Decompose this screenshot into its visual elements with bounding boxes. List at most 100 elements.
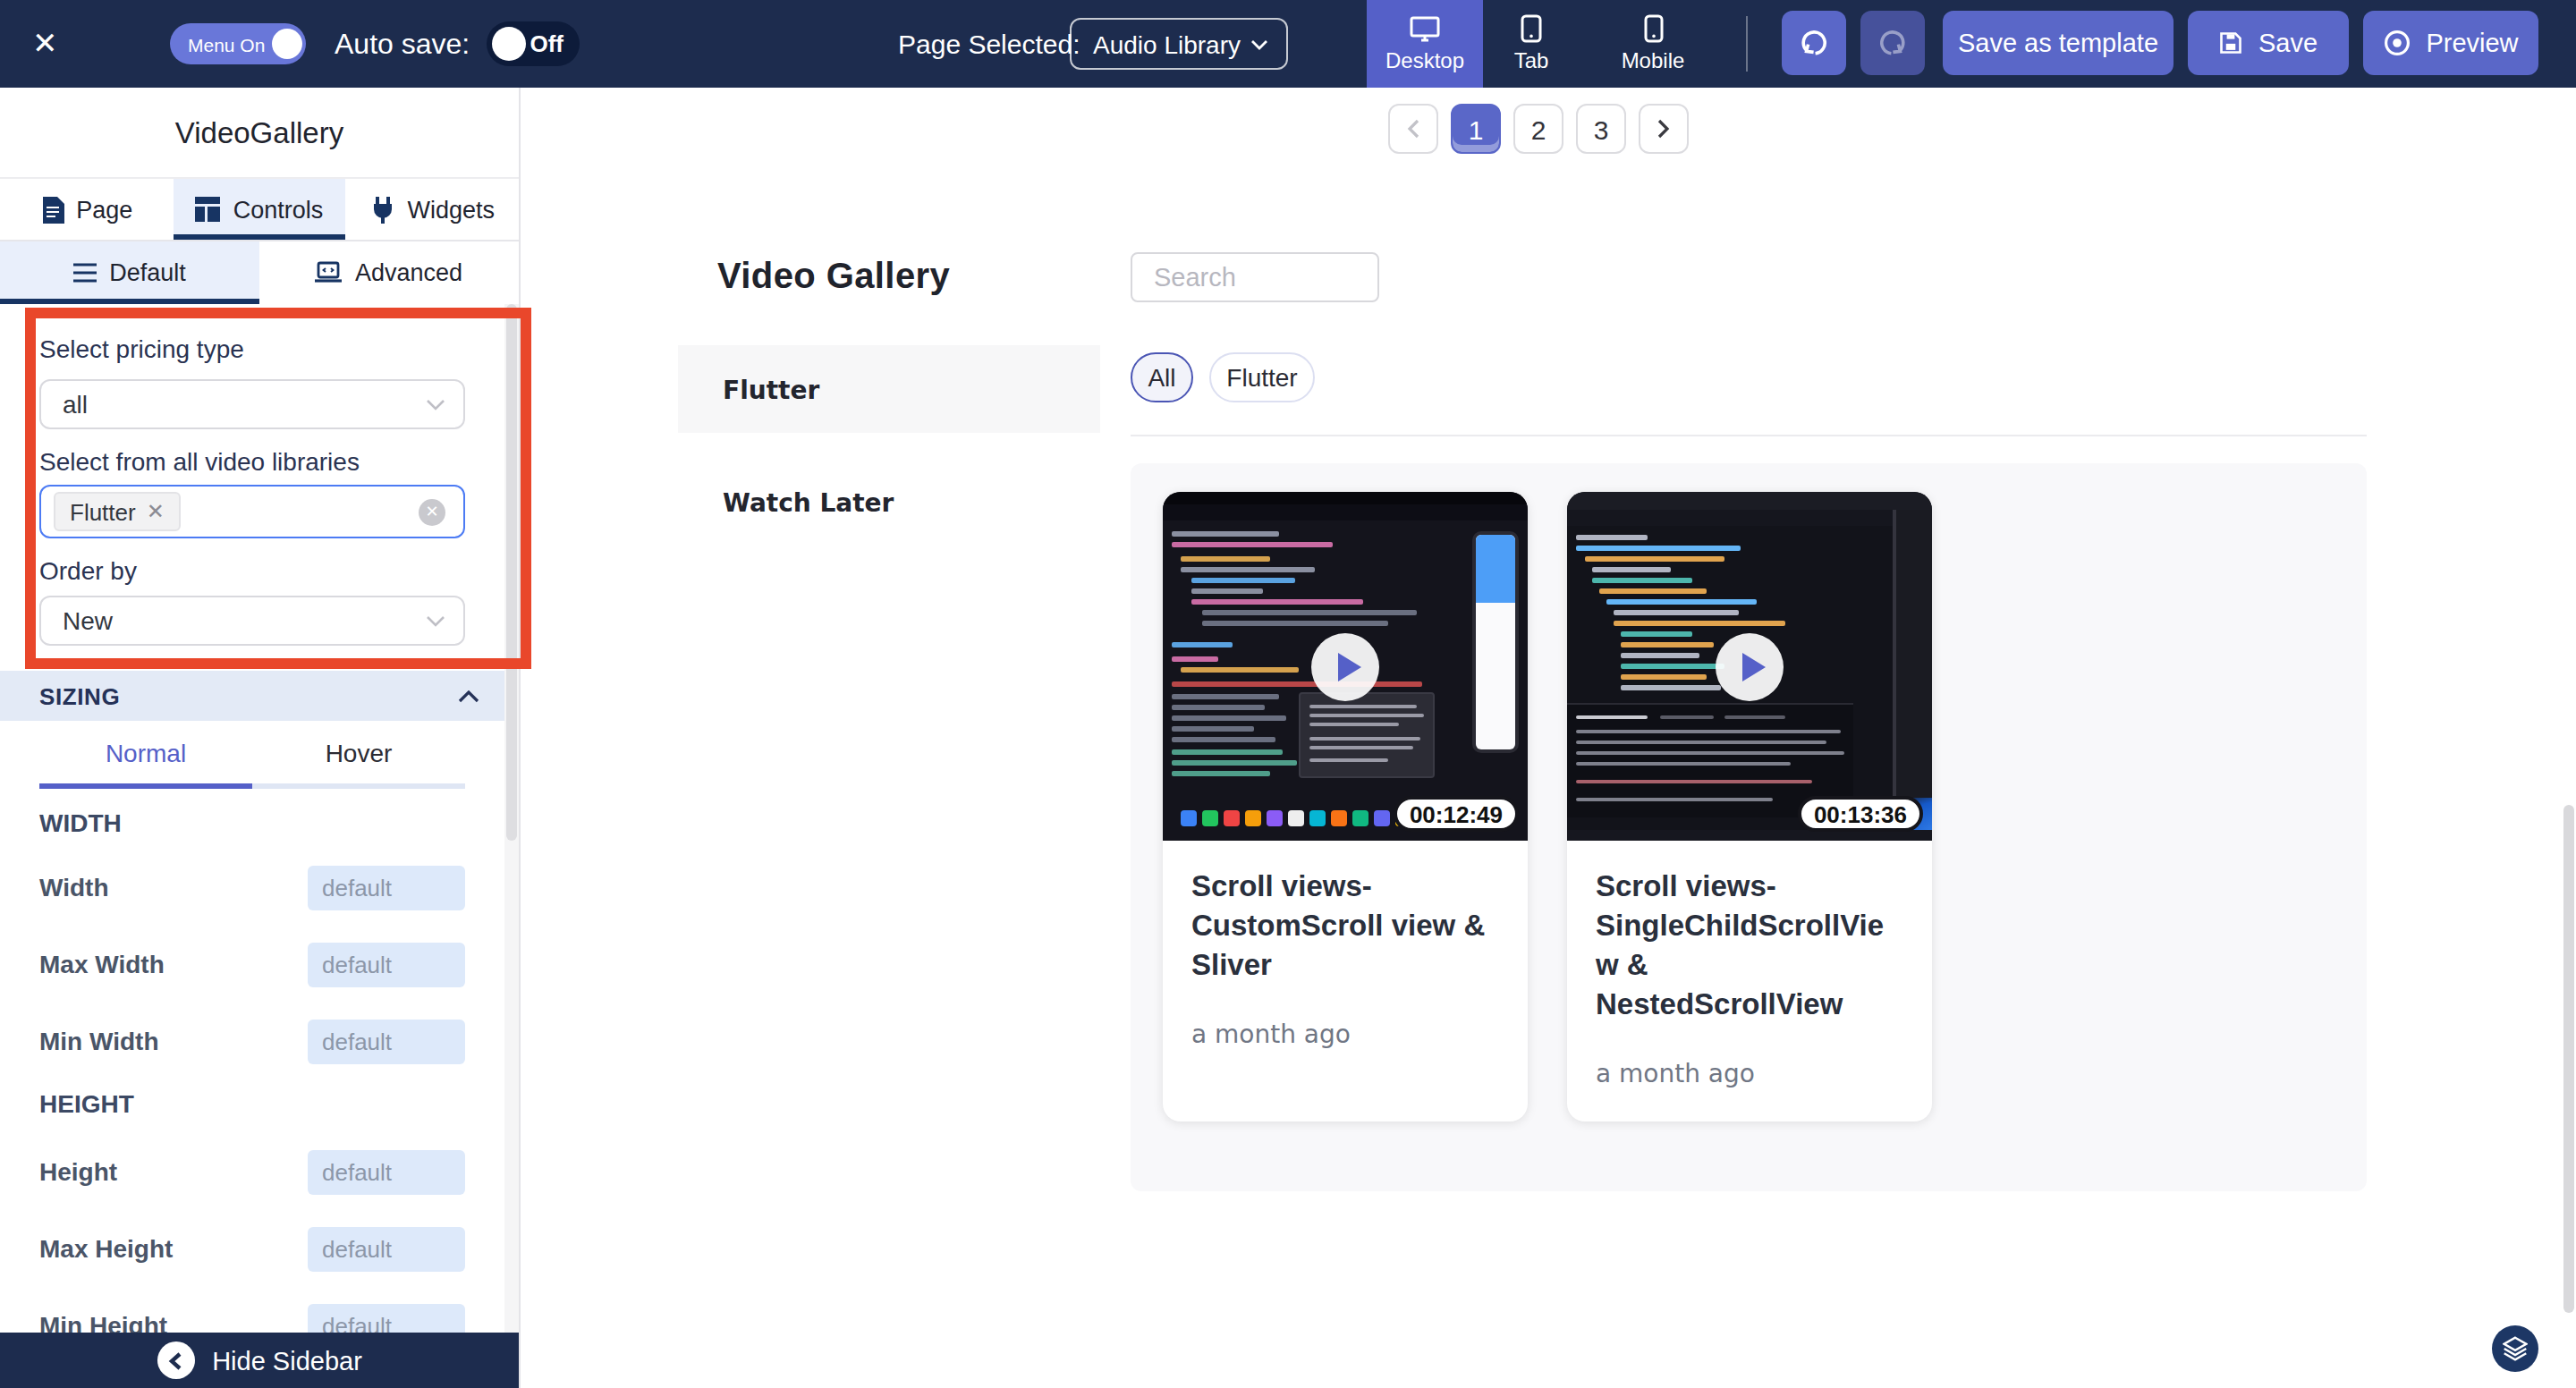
video-duration-badge: 00:12:49 [1394,796,1519,832]
search-input[interactable] [1131,252,1379,302]
hide-sidebar-label: Hide Sidebar [212,1346,362,1375]
chevron-down-icon [1250,38,1268,49]
sidebar-scrollbar[interactable] [504,304,519,1333]
filter-chip-all[interactable]: All [1131,352,1193,402]
tablet-icon [1521,14,1542,43]
page-title: Video Gallery [717,256,950,297]
video-title[interactable]: Scroll views- SingleChildScrollView & Ne… [1596,866,1903,1023]
autosave-toggle[interactable]: Off [487,21,580,66]
sizing-section-header[interactable]: SIZING [0,671,519,721]
sidebar-title: VideoGallery [0,88,519,179]
sizing-state-tabs: Normal Hover [39,721,465,789]
pagination-page-2[interactable]: 2 [1513,104,1563,154]
category-watch-later[interactable]: Watch Later [678,458,1100,546]
tab-widgets[interactable]: Widgets [346,179,519,240]
max-height-input[interactable] [308,1227,465,1272]
mobile-icon [1643,14,1663,43]
redo-icon [1877,27,1909,59]
tab-widgets-label: Widgets [408,196,496,223]
save-as-template-label: Save as template [1958,29,2158,57]
page-selected-label: Page Selected: [898,0,1080,88]
video-duration-badge: 00:13:36 [1798,796,1923,832]
video-age: a month ago [1596,1059,1903,1088]
play-button[interactable] [1716,632,1784,700]
video-thumbnail: 00:13:36 [1567,492,1932,841]
play-button[interactable] [1311,632,1379,700]
video-age: a month ago [1191,1020,1499,1048]
chevron-down-icon [426,614,445,627]
video-libraries-label: Select from all video libraries [39,447,360,476]
subtab-default-label: Default [109,259,186,286]
page-dropdown[interactable]: Audio Library [1070,18,1288,70]
subtab-advanced[interactable]: Advanced [259,241,519,304]
menu-toggle[interactable]: Menu On [170,23,306,64]
max-width-input[interactable] [308,943,465,987]
category-flutter[interactable]: Flutter [678,345,1100,433]
close-icon[interactable]: ✕ [32,0,58,88]
tab-controls[interactable]: Controls [173,179,345,240]
layers-icon [2503,1336,2528,1361]
device-mobile-button[interactable]: Mobile [1590,0,1716,88]
order-by-select[interactable]: New [39,596,465,646]
filter-chip-flutter[interactable]: Flutter [1209,352,1315,402]
device-tab-button[interactable]: Tab [1483,0,1580,88]
page-icon [40,196,64,223]
video-card[interactable]: 00:13:36 Scroll views- SingleChildScroll… [1567,492,1932,1121]
video-thumbnail: 00:12:49 [1163,492,1528,841]
pricing-type-select[interactable]: all [39,379,465,429]
tab-page-label: Page [76,196,132,223]
tab-controls-label: Controls [233,196,324,223]
width-input[interactable] [308,866,465,910]
preview-button[interactable]: Preview [2363,11,2538,75]
pagination-prev[interactable] [1388,104,1438,154]
order-by-value: New [63,606,113,635]
page-dropdown-value: Audio Library [1093,30,1241,58]
max-height-label: Max Height [39,1234,173,1263]
subtab-advanced-label: Advanced [355,259,462,286]
canvas: 1 2 3 Video Gallery Flutter Watch Later … [521,88,2576,1388]
sidebar-tabs: Page Controls Widgets [0,179,519,241]
autosave-toggle-knob [492,27,526,61]
page-scrollbar[interactable] [2563,805,2574,1313]
min-width-input[interactable] [308,1020,465,1064]
video-card[interactable]: 00:12:49 Scroll views- CustomScroll view… [1163,492,1528,1121]
pagination-next[interactable] [1639,104,1689,154]
video-libraries-input[interactable]: Flutter ✕ ✕ [39,485,465,538]
height-input[interactable] [308,1150,465,1195]
device-desktop-button[interactable]: Desktop [1367,0,1483,88]
save-button[interactable]: Save [2188,11,2349,75]
topbar-divider [1746,16,1748,72]
height-label: Height [39,1157,117,1186]
width-group-label: WIDTH [39,808,122,837]
chip-remove-icon[interactable]: ✕ [147,499,165,524]
desktop-icon [1410,15,1440,42]
pricing-type-value: all [63,390,88,419]
menu-toggle-label: Menu On [188,33,265,55]
state-tab-normal[interactable]: Normal [39,721,252,789]
laptop-code-icon [316,261,343,284]
hide-sidebar-button[interactable]: Hide Sidebar [0,1333,519,1388]
order-by-label: Order by [39,556,137,585]
chevron-up-icon [458,690,479,702]
pagination-page-1[interactable]: 1 [1451,104,1501,154]
video-title[interactable]: Scroll views- CustomScroll view & Sliver [1191,866,1499,984]
autosave-label: Auto save: [335,0,470,88]
clear-all-icon[interactable]: ✕ [419,498,445,525]
autosave-state: Off [530,21,564,66]
page: ✕ Menu On Auto save: Off Page Selected: … [0,0,2576,1388]
device-mobile-label: Mobile [1622,48,1685,73]
save-as-template-button[interactable]: Save as template [1943,11,2174,75]
redo-button[interactable] [1860,11,1925,75]
library-chip[interactable]: Flutter ✕ [54,492,181,531]
pagination-page-3[interactable]: 3 [1576,104,1626,154]
state-tab-hover[interactable]: Hover [252,721,465,789]
undo-icon [1798,27,1830,59]
sidebar-subtabs: Default Advanced [0,241,519,304]
tab-page[interactable]: Page [0,179,173,240]
undo-button[interactable] [1782,11,1846,75]
chevron-down-icon [426,398,445,410]
layers-floating-button[interactable] [2492,1325,2538,1372]
device-desktop-label: Desktop [1385,47,1464,72]
chevron-left-icon [157,1341,194,1379]
subtab-default[interactable]: Default [0,241,259,304]
